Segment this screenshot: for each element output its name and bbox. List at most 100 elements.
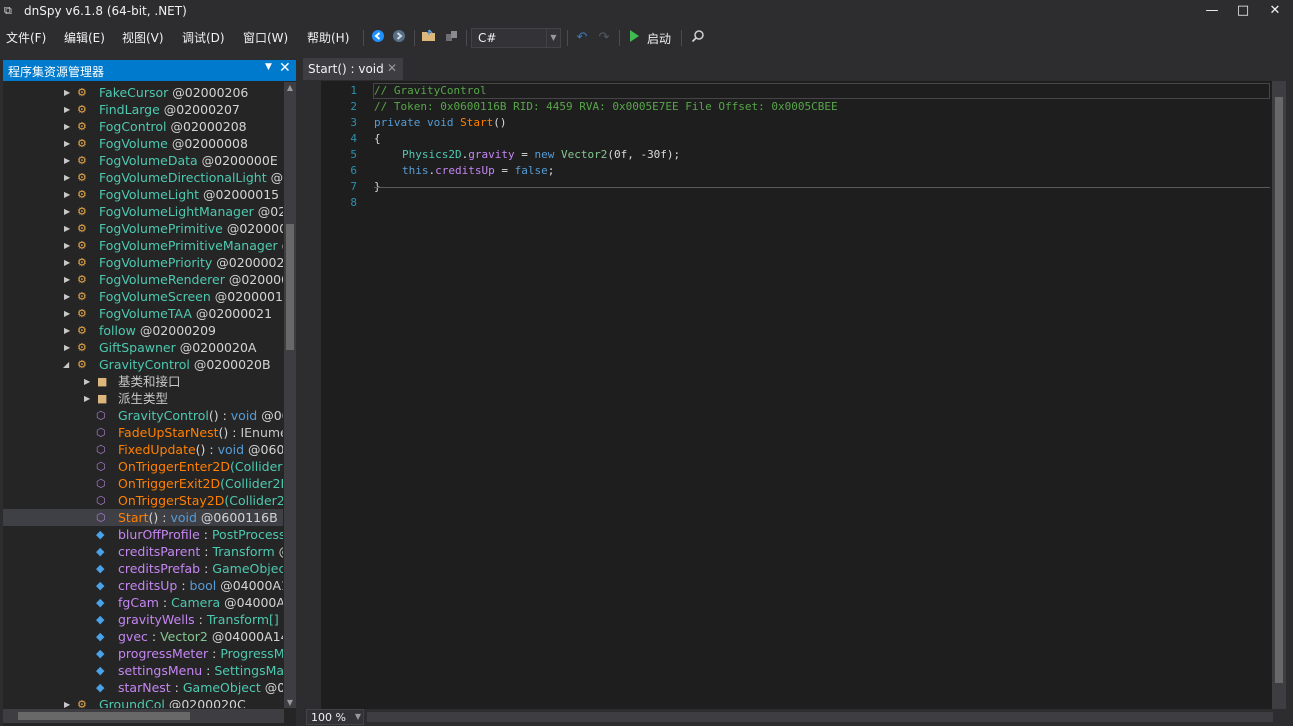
scroll-thumb[interactable]	[286, 224, 294, 350]
tree-item-folder[interactable]: ▶ ■ 基类和接口	[3, 373, 283, 390]
tree-item-type[interactable]: ▶ ⚙ FogVolume @02000008	[3, 135, 283, 152]
tree-item-field[interactable]: ◆fgCam : Camera @04000A1	[3, 594, 283, 611]
tree-item-type[interactable]: ▶ ⚙ FogVolumeTAA @02000021	[3, 305, 283, 322]
expand-icon[interactable]: ▶	[64, 169, 74, 186]
expand-icon[interactable]: ▶	[64, 254, 74, 271]
tree-item-type[interactable]: ▶⚙ FogVolumePriority @02000026	[3, 254, 283, 271]
chevron-down-icon: ▼	[354, 712, 361, 721]
toolbar-separator	[681, 30, 682, 46]
expand-icon[interactable]: ▶	[64, 84, 74, 101]
menu-window[interactable]: 窗口(W)	[243, 29, 288, 46]
field-icon: ◆	[96, 664, 105, 677]
run-icon[interactable]	[625, 29, 643, 47]
explorer-horizontal-scrollbar[interactable]	[3, 709, 284, 723]
tree-item-type[interactable]: ▶⚙ FogVolumePrimitiveManager @	[3, 237, 283, 254]
menu-help[interactable]: 帮助(H)	[307, 29, 349, 46]
expand-icon[interactable]: ▶	[64, 186, 74, 203]
tree-item-type[interactable]: ▶ ⚙ FogVolumeScreen @0200001F	[3, 288, 283, 305]
tree-item-field[interactable]: ◆ creditsPrefab : GameObject	[3, 560, 283, 577]
editor-vertical-scrollbar[interactable]	[1272, 81, 1286, 709]
editor-horizontal-scrollbar[interactable]	[367, 712, 1273, 722]
explorer-vertical-scrollbar[interactable]: ▲ ▼	[284, 82, 296, 708]
tree-item-type[interactable]: ▶ ⚙ FindLarge @02000207	[3, 101, 283, 118]
tree-item-type[interactable]: ▶⚙ FogVolumeLightManager @020	[3, 203, 283, 220]
tree-item-method[interactable]: ⬡ FadeUpStarNest() : IEnumer	[3, 424, 283, 441]
language-select[interactable]: C# ▼	[471, 28, 561, 48]
class-icon: ⚙	[77, 341, 87, 354]
menu-debug[interactable]: 调试(D)	[182, 29, 225, 46]
tree-item-type-expanded[interactable]: ◢ ⚙ GravityControl @0200020B	[3, 356, 283, 373]
expand-icon[interactable]: ▶	[64, 101, 74, 118]
expand-icon[interactable]: ▶	[64, 118, 74, 135]
tree-item-method[interactable]: ⬡ OnTriggerExit2D(Collider2D	[3, 475, 283, 492]
redo-icon[interactable]: ↷	[595, 29, 613, 47]
tree-item-type[interactable]: ▶ ⚙ FakeCursor @02000206	[3, 84, 283, 101]
scroll-down-icon[interactable]: ▼	[285, 698, 295, 707]
expand-icon[interactable]: ▶	[64, 322, 74, 339]
assembly-icon[interactable]	[443, 29, 461, 47]
tree-item-type[interactable]: ▶⚙ FogVolumeDirectionalLight @0200	[3, 169, 283, 186]
expand-icon[interactable]: ▶	[64, 305, 74, 322]
tree-item-field[interactable]: ◆ gvec : Vector2 @04000A14	[3, 628, 283, 645]
tree-item-type[interactable]: ▶ ⚙ FogVolumeData @0200000E	[3, 152, 283, 169]
dropdown-icon[interactable]: ▼	[265, 62, 272, 72]
tree-item-method[interactable]: ⬡ OnTriggerEnter2D(Collider2	[3, 458, 283, 475]
tree-item-field[interactable]: ◆ progressMeter : ProgressM	[3, 645, 283, 662]
run-button-label[interactable]: 启动	[647, 30, 671, 47]
tree-item-type[interactable]: ▶ ⚙ GroundCol @0200020C	[3, 696, 283, 708]
tree-item-type[interactable]: ▶⚙ FogVolumePrimitive @0200001	[3, 220, 283, 237]
tree-item-field[interactable]: ◆creditsParent : Transform @	[3, 543, 283, 560]
expand-icon[interactable]: ▶	[64, 288, 74, 305]
menu-view[interactable]: 视图(V)	[122, 29, 164, 46]
expand-icon[interactable]: ▶	[64, 271, 74, 288]
tree-item-method[interactable]: ⬡ OnTriggerStay2D(Collider2D	[3, 492, 283, 509]
scroll-up-icon[interactable]: ▲	[285, 83, 295, 92]
tree-item-method[interactable]: ⬡ GravityControl() : void @060	[3, 407, 283, 424]
tree-item-field[interactable]: ◆ creditsUp : bool @04000A1	[3, 577, 283, 594]
tab-start-method[interactable]: Start() : void ✕	[303, 58, 403, 80]
expand-icon[interactable]: ▶	[64, 339, 74, 356]
tree-item-type[interactable]: ▶ ⚙ GiftSpawner @0200020A	[3, 339, 283, 356]
close-icon[interactable]: ✕	[387, 61, 397, 75]
back-icon[interactable]	[369, 29, 387, 47]
tree-item-field[interactable]: ◆starNest : GameObject @04	[3, 679, 283, 696]
type-name: FogVolumeTAA	[99, 306, 192, 321]
search-icon[interactable]	[689, 29, 707, 47]
tree-item-type[interactable]: ▶⚙ FogVolumeRenderer @0200001	[3, 271, 283, 288]
tree-item-method-selected[interactable]: ⬡ Start() : void @0600116B	[3, 509, 283, 526]
tree-item-type[interactable]: ▶ ⚙ FogVolumeLight @02000015	[3, 186, 283, 203]
method-sep: :	[218, 408, 231, 423]
expand-icon[interactable]: ▶	[64, 203, 74, 220]
open-icon[interactable]	[420, 29, 438, 47]
tree-item-field[interactable]: ◆gravityWells : Transform[] @	[3, 611, 283, 628]
tree-item-type[interactable]: ▶ ⚙ follow @02000209	[3, 322, 283, 339]
tree-item-method[interactable]: ⬡ FixedUpdate() : void @0600	[3, 441, 283, 458]
expand-icon[interactable]: ▶	[64, 237, 74, 254]
collapse-icon[interactable]: ◢	[63, 356, 73, 373]
expand-icon[interactable]: ▶	[84, 373, 94, 390]
tree-item-type[interactable]: ▶ ⚙ FogControl @02000208	[3, 118, 283, 135]
expand-icon[interactable]: ▶	[64, 220, 74, 237]
close-icon[interactable]: ✕	[279, 60, 291, 76]
tree-item-folder[interactable]: ▶ ■ 派生类型	[3, 390, 283, 407]
field-type: SettingsMan	[214, 663, 283, 678]
code-editor[interactable]: 1 2 3 4 5 6 7 8 // GravityControl // Tok…	[321, 81, 1272, 709]
scroll-thumb[interactable]	[1275, 97, 1283, 683]
expand-icon[interactable]: ▶	[64, 696, 74, 708]
type-token: @02000008	[171, 136, 248, 151]
forward-icon[interactable]	[390, 29, 408, 47]
expand-icon[interactable]: ▶	[64, 152, 74, 169]
tree-item-field[interactable]: ◆settingsMenu : SettingsMan	[3, 662, 283, 679]
close-button[interactable]: ✕	[1257, 0, 1293, 24]
private-method-icon: ⬡	[96, 511, 106, 524]
scroll-thumb[interactable]	[18, 712, 190, 720]
tree-item-field[interactable]: ◆blurOffProfile : PostProcessP	[3, 526, 283, 543]
zoom-select[interactable]: 100 % ▼	[306, 709, 364, 725]
type-token: @0200001	[228, 272, 283, 287]
menu-file[interactable]: 文件(F)	[6, 29, 46, 46]
expand-icon[interactable]: ▶	[84, 390, 94, 407]
expand-icon[interactable]: ▶	[64, 135, 74, 152]
undo-icon[interactable]: ↶	[573, 29, 591, 47]
menu-edit[interactable]: 编辑(E)	[64, 29, 105, 46]
maximize-button[interactable]: □	[1225, 0, 1261, 24]
